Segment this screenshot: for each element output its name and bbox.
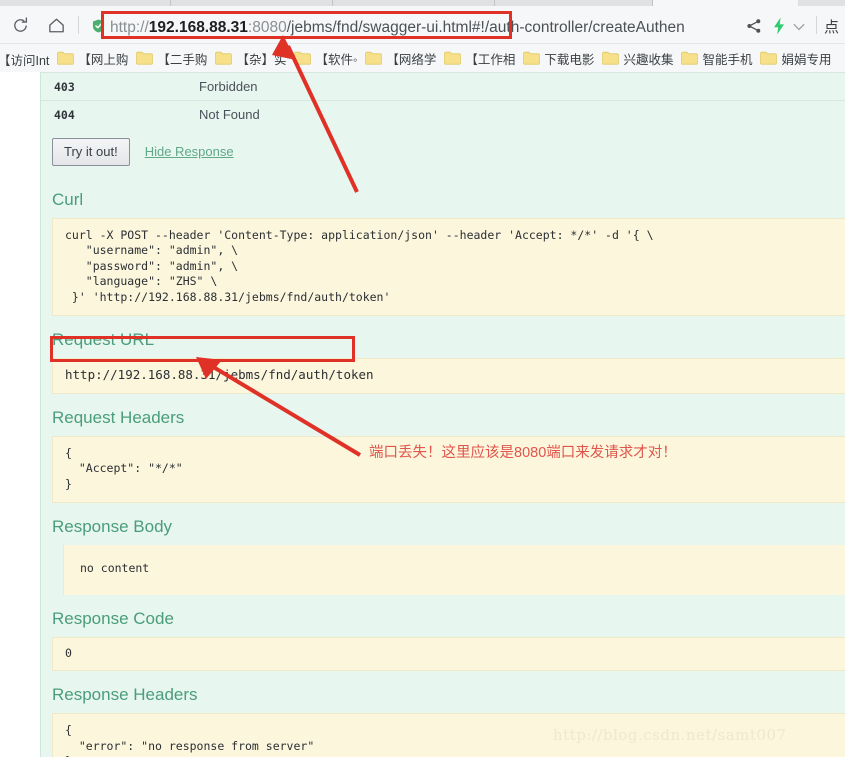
- bookmarks-bar: 【访问Int 【网上购 【二手购 【杂】实 【软件◦ 【网络学 【工作相 下载电影 兴趣收集 智能…: [0, 44, 845, 73]
- response-code-section-title: Response Code: [52, 608, 174, 628]
- bookmark-label: 娟娟专用: [781, 52, 832, 67]
- table-row: 404 Not Found: [41, 100, 845, 129]
- bookmark-item[interactable]: 娟娟专用: [760, 44, 831, 72]
- page-viewport: 403 Forbidden 404 Not Found Try it out! …: [0, 72, 845, 757]
- request-url-section-title: Request URL: [52, 330, 155, 349]
- response-body-code-block: no content: [63, 545, 845, 595]
- bookmark-item[interactable]: 【杂】实: [215, 44, 286, 72]
- folder-icon: [57, 51, 75, 65]
- bookmark-label: 兴趣收集: [623, 52, 674, 67]
- bookmark-item[interactable]: 【网上购: [57, 44, 128, 72]
- url-host: 192.168.88.31: [148, 19, 248, 36]
- bookmark-item[interactable]: 【工作相: [444, 44, 515, 72]
- watermark: http://blog.csdn.net/samt007: [553, 726, 787, 744]
- annotation-note: 端口丢失！这里应该是8080端口来发请求才对！: [369, 445, 677, 461]
- request-headers-section-title: Request Headers: [52, 407, 185, 427]
- bookmark-label: 【网络学: [386, 52, 437, 67]
- response-body-section-title: Response Body: [52, 517, 173, 536]
- home-icon[interactable]: [44, 13, 68, 37]
- bookmark-item[interactable]: 【二手购: [136, 44, 207, 72]
- browser-window: http://192.168.88.31:8080/jebms/fnd/swag…: [0, 0, 845, 757]
- url-port: :8080: [247, 19, 287, 36]
- response-desc-cell: Not Found: [199, 100, 845, 129]
- bookmark-item[interactable]: 【访问Int: [0, 46, 50, 73]
- address-bar-url[interactable]: http://192.168.88.31:8080/jebms/fnd/swag…: [110, 17, 740, 39]
- bookmark-item[interactable]: 下载电影: [523, 44, 594, 72]
- hide-response-link[interactable]: Hide Response: [145, 144, 234, 159]
- reload-icon[interactable]: [8, 13, 32, 37]
- response-code-cell: 404: [41, 100, 199, 129]
- folder-icon: [681, 51, 699, 65]
- folder-icon: [602, 51, 620, 65]
- chevron-down-icon[interactable]: [792, 20, 806, 32]
- browser-toolbar: http://192.168.88.31:8080/jebms/fnd/swag…: [0, 6, 845, 44]
- bookmark-item[interactable]: 兴趣收集: [602, 44, 673, 72]
- folder-icon: [444, 51, 462, 65]
- bookmark-label: 【网上购: [78, 52, 129, 67]
- bookmark-item[interactable]: 【网络学: [365, 44, 436, 72]
- folder-icon: [215, 51, 233, 65]
- url-fragment: #!/auth-controller/createAuthen: [471, 19, 685, 36]
- browser-menu-label[interactable]: 点: [824, 17, 839, 39]
- folder-icon: [136, 51, 154, 65]
- operation-actions: Try it out! Hide Response: [41, 129, 845, 176]
- bookmark-item[interactable]: 【软件◦: [294, 44, 357, 72]
- security-shield-icon[interactable]: [92, 19, 105, 33]
- bookmark-label: 【工作相: [465, 52, 516, 67]
- folder-icon: [760, 51, 778, 65]
- toolbar-divider: [78, 16, 79, 34]
- url-scheme: http://: [110, 19, 149, 36]
- bookmark-item[interactable]: 智能手机: [681, 44, 752, 72]
- folder-icon: [294, 51, 312, 65]
- request-url-code-block: http://192.168.88.31/jebms/fnd/auth/toke…: [52, 358, 845, 394]
- response-code-code-block: 0: [52, 636, 845, 671]
- curl-section-title: Curl: [52, 189, 84, 209]
- bookmark-label: 【杂】实: [236, 52, 287, 67]
- request-url-value: http://192.168.88.31/jebms/fnd/auth/toke…: [65, 367, 374, 382]
- table-row: 403 Forbidden: [41, 72, 845, 101]
- response-desc-cell: Forbidden: [199, 72, 845, 101]
- share-icon[interactable]: [746, 18, 762, 34]
- bookmark-label: 【访问Int: [0, 54, 50, 68]
- response-code-cell: 403: [41, 72, 199, 101]
- swagger-operation-block: 403 Forbidden 404 Not Found Try it out! …: [40, 72, 845, 757]
- bookmark-label: 【软件◦: [315, 52, 358, 67]
- curl-code-block: curl -X POST --header 'Content-Type: app…: [52, 217, 845, 316]
- response-messages-table: 403 Forbidden 404 Not Found: [41, 72, 845, 129]
- bookmark-label: 智能手机: [702, 52, 753, 67]
- lightning-bolt-icon[interactable]: [772, 17, 786, 35]
- bookmark-label: 下载电影: [544, 52, 595, 67]
- response-headers-section-title: Response Headers: [52, 685, 198, 704]
- folder-icon: [523, 51, 541, 65]
- url-path: /jebms/fnd/swagger-ui.html: [286, 19, 472, 36]
- bookmark-label: 【二手购: [157, 52, 208, 67]
- toolbar-divider-right: [816, 16, 817, 34]
- try-it-out-button[interactable]: Try it out!: [52, 137, 130, 166]
- folder-icon: [365, 51, 383, 65]
